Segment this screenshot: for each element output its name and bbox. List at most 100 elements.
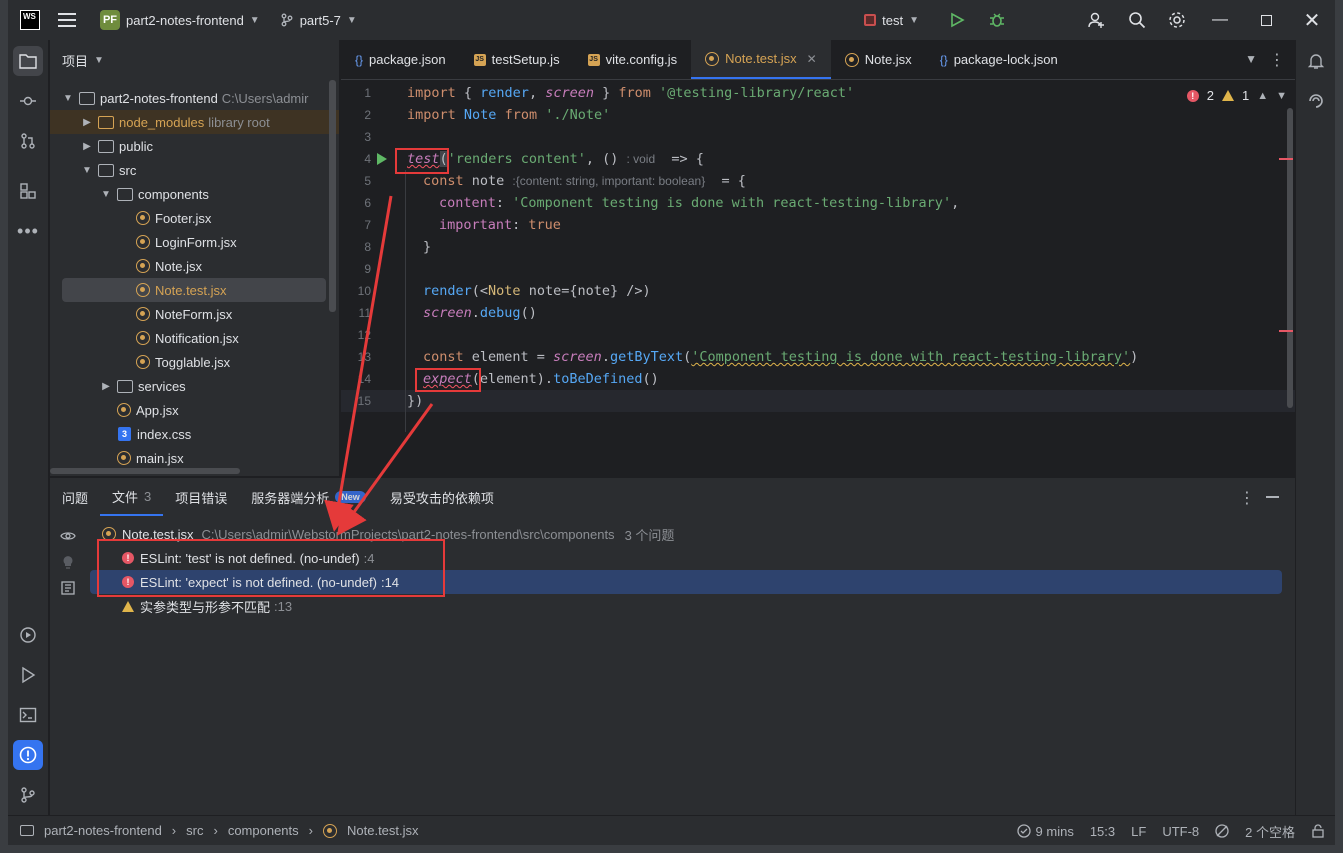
project-tool-button[interactable] — [13, 46, 43, 76]
horizontal-scrollbar[interactable] — [50, 468, 240, 474]
eye-icon[interactable] — [60, 528, 76, 544]
chevron-up-icon[interactable]: ▲ — [1257, 90, 1268, 102]
chevron-right-icon: ▶ — [83, 116, 91, 128]
line-separator[interactable]: LF — [1131, 824, 1146, 839]
tab-package-lock-json[interactable]: {} package-lock.json — [926, 40, 1072, 79]
tree-item-label: Togglable.jsx — [155, 354, 231, 370]
tree-item-index-css[interactable]: 3 index.css — [50, 422, 339, 446]
js-file-icon: JS — [587, 53, 600, 66]
react-file-icon — [136, 211, 150, 225]
webstorm-logo-icon[interactable]: WS — [20, 10, 40, 30]
tree-item-app[interactable]: App.jsx — [50, 398, 339, 422]
pull-requests-tool-button[interactable] — [13, 126, 43, 156]
notifications-tool-button[interactable] — [1301, 46, 1331, 76]
tab-package-json[interactable]: {} package.json — [341, 40, 460, 79]
react-file-icon — [136, 331, 150, 345]
tree-item-footer[interactable]: Footer.jsx — [50, 206, 339, 230]
more-vertical-icon[interactable]: ⋮ — [1239, 488, 1255, 508]
chevron-down-icon[interactable]: ▼ — [1276, 90, 1287, 102]
tab-vite-config-js[interactable]: JS vite.config.js — [574, 40, 692, 79]
add-user-button[interactable] — [1077, 0, 1117, 40]
git-icon — [21, 787, 35, 803]
close-tab-icon[interactable]: ✕ — [807, 52, 817, 66]
minimize-panel-icon[interactable] — [1266, 496, 1279, 498]
more-tools-button[interactable]: ••• — [13, 216, 43, 246]
code-line-13: const element = screen.getByText('Compon… — [423, 349, 1139, 365]
run-test-gutter-icon[interactable] — [377, 153, 387, 165]
minimize-button[interactable]: — — [1197, 0, 1243, 40]
terminal-tool-button[interactable] — [13, 700, 43, 730]
no-lint-icon[interactable] — [1215, 824, 1229, 838]
debug-button[interactable] — [977, 0, 1017, 40]
breadcrumb-item[interactable]: part2-notes-frontend — [44, 823, 162, 838]
git-tool-button[interactable] — [13, 780, 43, 810]
tree-item-label: main.jsx — [136, 450, 184, 466]
preview-icon[interactable] — [60, 580, 76, 596]
project-switcher[interactable]: PF part2-notes-frontend ▼ — [100, 10, 260, 30]
tree-item-togglable[interactable]: Togglable.jsx — [50, 350, 339, 374]
react-file-icon — [844, 52, 859, 67]
search-button[interactable] — [1117, 0, 1157, 40]
structure-tool-button[interactable] — [13, 176, 43, 206]
settings-button[interactable] — [1157, 0, 1197, 40]
breadcrumb-item[interactable]: components — [228, 823, 299, 838]
tree-item-services[interactable]: ▶ services — [50, 374, 339, 398]
react-file-icon — [136, 283, 150, 297]
more-vertical-icon[interactable]: ⋮ — [1269, 50, 1285, 70]
caret-position[interactable]: 15:3 — [1090, 824, 1115, 839]
error-stripe-mark[interactable] — [1279, 330, 1293, 332]
tab-file[interactable]: 文件 3 — [100, 478, 164, 516]
tab-vulnerable-dependencies[interactable]: 易受攻击的依赖项 — [378, 478, 506, 516]
run-tool-button[interactable] — [13, 660, 43, 690]
services-tool-button[interactable] — [13, 620, 43, 650]
tab-label: 文件 — [112, 489, 139, 505]
ai-assistant-tool-button[interactable] — [1301, 86, 1331, 116]
tree-item-notification[interactable]: Notification.jsx — [50, 326, 339, 350]
tree-item-note[interactable]: Note.jsx — [50, 254, 339, 278]
tab-problems[interactable]: 问题 — [50, 478, 100, 516]
problems-tool-button[interactable] — [13, 740, 43, 770]
tree-item-components[interactable]: ▼ components — [50, 182, 339, 206]
lock-icon[interactable] — [1311, 824, 1325, 838]
tree-item-public[interactable]: ▶ public — [50, 134, 339, 158]
commit-tool-button[interactable] — [13, 86, 43, 116]
project-panel-header[interactable]: 项目 ▼ — [50, 40, 339, 80]
run-configuration-selector[interactable]: test ▼ — [864, 13, 919, 28]
inspection-summary[interactable]: ! 2 1 ▲ ▼ — [1186, 88, 1287, 103]
minimize-icon: — — [1212, 11, 1228, 28]
line-number: 8 — [364, 240, 371, 254]
tab-server-analysis[interactable]: 服务器端分析 New — [239, 478, 378, 516]
tree-item-src[interactable]: ▼ src — [50, 158, 339, 182]
maximize-button[interactable] — [1243, 0, 1289, 40]
tree-item-node-modules[interactable]: ▶ node_modules library root — [50, 110, 339, 134]
main-menu-icon[interactable] — [58, 13, 76, 27]
branch-switcher[interactable]: part5-7 ▼ — [280, 13, 357, 28]
indent-setting[interactable]: 2 个空格 — [1245, 822, 1295, 841]
tree-item-main[interactable]: main.jsx — [50, 446, 339, 470]
lightbulb-icon[interactable] — [60, 554, 76, 570]
chevron-down-icon[interactable]: ▼ — [1245, 52, 1257, 66]
tree-item-noteform[interactable]: NoteForm.jsx — [50, 302, 339, 326]
breadcrumb-item[interactable]: Note.test.jsx — [347, 823, 419, 838]
breadcrumb-item[interactable]: src — [186, 823, 203, 838]
close-window-button[interactable]: ✕ — [1289, 0, 1335, 40]
tab-project-errors[interactable]: 项目错误 — [163, 478, 239, 516]
tab-note-test-jsx[interactable]: Note.test.jsx ✕ — [691, 40, 831, 79]
file-encoding[interactable]: UTF-8 — [1162, 824, 1199, 839]
tree-item-loginform[interactable]: LoginForm.jsx — [50, 230, 339, 254]
problem-item[interactable]: 实参类型与形参不匹配 :13 — [90, 594, 1282, 618]
chevron-down-icon: ▼ — [346, 14, 357, 26]
error-stripe-mark[interactable] — [1279, 158, 1293, 160]
project-vertical-scrollbar[interactable] — [329, 80, 336, 312]
tree-item-note-test[interactable]: Note.test.jsx — [62, 278, 326, 302]
editor-vertical-scrollbar[interactable] — [1287, 108, 1293, 408]
error-count: 2 — [1206, 88, 1214, 103]
tab-testsetup-js[interactable]: JS testSetup.js — [460, 40, 574, 79]
tab-note-jsx[interactable]: Note.jsx — [831, 40, 926, 79]
chevron-down-icon: ▼ — [94, 54, 104, 66]
react-file-icon — [117, 451, 131, 465]
run-button[interactable] — [937, 0, 977, 40]
vcs-status[interactable]: 9 mins — [1016, 824, 1074, 839]
tree-item-path: C:\Users\admir — [221, 90, 309, 106]
tree-item-root[interactable]: ▼ part2-notes-frontend C:\Users\admir — [50, 86, 339, 110]
